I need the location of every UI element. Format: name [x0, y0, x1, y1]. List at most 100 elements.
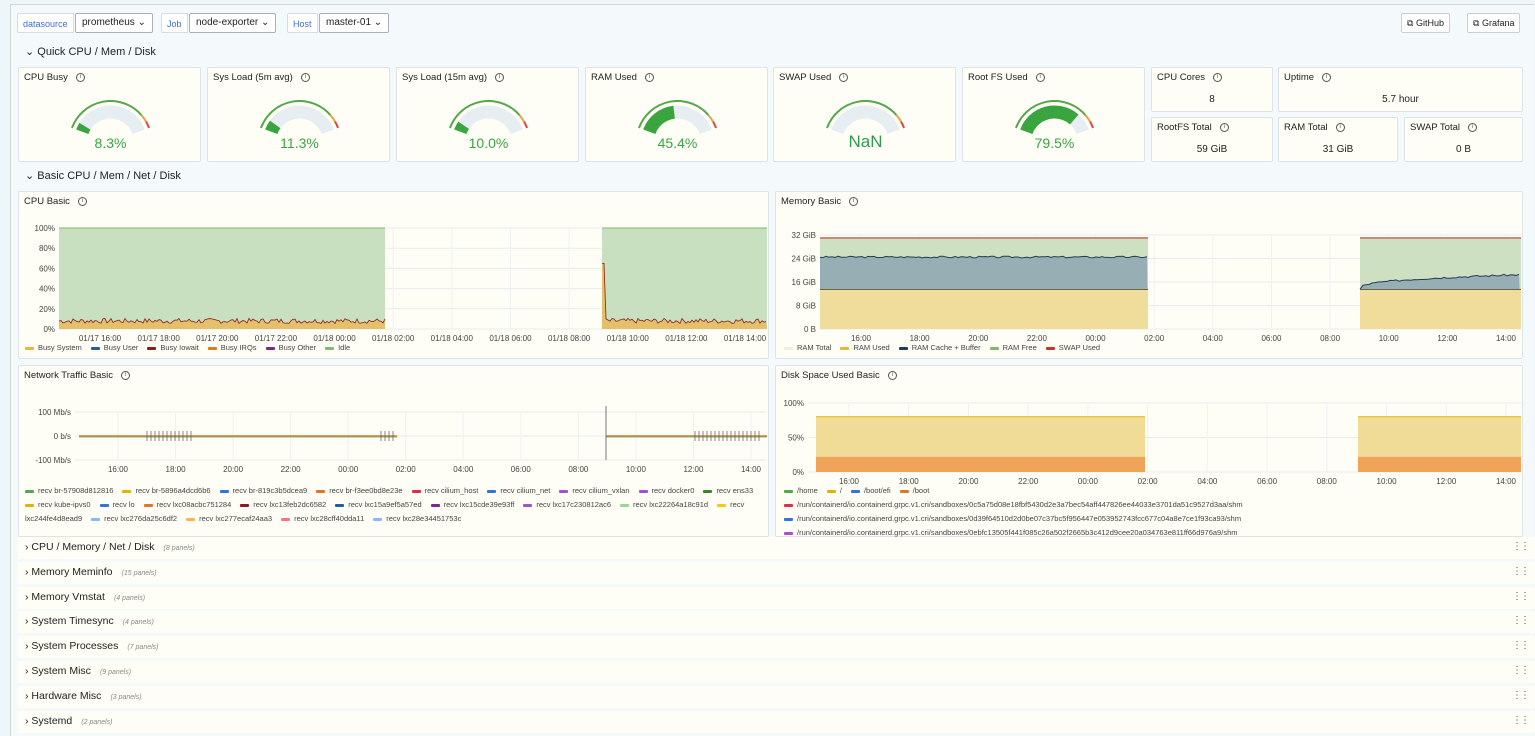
row-title[interactable]: › System Processes (7 panels)	[25, 640, 159, 652]
row-title[interactable]: › Systemd (2 panels)	[25, 715, 112, 727]
legend-item[interactable]: recv cilium_vxlan	[559, 486, 630, 495]
collapsed-row[interactable]: › CPU / Memory / Net / Disk (8 panels) ⋮⋮	[18, 537, 1535, 559]
legend-item[interactable]: Busy IRQs	[207, 343, 257, 352]
legend-item[interactable]: recv cilium_net	[487, 486, 550, 495]
legend-item[interactable]: recv ens33	[703, 486, 753, 495]
legend-item[interactable]: /boot	[899, 486, 929, 495]
drag-handle-icon[interactable]: ⋮⋮	[1512, 665, 1530, 676]
collapsed-row[interactable]: › Hardware Misc (3 panels) ⋮⋮	[18, 685, 1535, 708]
gauge-track	[831, 105, 900, 135]
legend-item[interactable]: RAM Cache + Buffer	[898, 343, 981, 352]
drag-handle-icon[interactable]: ⋮⋮	[1512, 541, 1530, 552]
collapsed-row[interactable]: › System Misc (9 panels) ⋮⋮	[18, 661, 1535, 683]
collapsed-row[interactable]: › System Timesync (4 panels) ⋮⋮	[18, 611, 1535, 634]
info-icon[interactable]: i	[1468, 122, 1477, 132]
host-select[interactable]: master-01 ⌄	[319, 13, 390, 33]
disk-chart[interactable]: 100% 50% 0% 16:00 18:00 20:00 22:00 00:00 02:00 0…	[776, 366, 1524, 484]
legend-item[interactable]: /run/containerd/io.containerd.grpc.v1.cr…	[784, 498, 1510, 512]
drag-handle-icon[interactable]: ⋮⋮	[1512, 615, 1530, 626]
info-icon[interactable]: i	[1213, 72, 1223, 82]
legend-item[interactable]: recv lxc13feb2dc6582	[240, 500, 326, 509]
legend-item[interactable]: recv lxc15cde39e93ff	[430, 500, 514, 509]
legend-item[interactable]: recv docker0	[638, 486, 694, 495]
row-title[interactable]: › System Timesync (4 panels)	[25, 615, 154, 627]
legend-label: recv lxc28cff40dda11	[294, 514, 365, 523]
gauge-threshold-orange	[518, 114, 525, 123]
stat-value: 59 GiB	[1196, 144, 1228, 155]
collapsed-row[interactable]: › Memory Meminfo (15 panels) ⋮⋮	[18, 561, 1535, 584]
legend-item[interactable]: Idle	[325, 343, 350, 352]
legend-item[interactable]: RAM Total	[784, 343, 831, 352]
legend-item[interactable]: recv br-819c3b5dcea9	[219, 486, 307, 495]
row-title[interactable]: › System Misc (9 panels)	[25, 665, 131, 677]
collapsed-row[interactable]: › Systemd (2 panels) ⋮⋮	[18, 710, 1535, 733]
legend-item[interactable]: Busy Other	[265, 343, 316, 352]
legend-item[interactable]: Busy System	[25, 343, 82, 352]
gauge-value: 10.0%	[468, 135, 509, 151]
gauge-track	[76, 105, 145, 135]
row-quick[interactable]: ⌄ Quick CPU / Mem / Disk	[25, 45, 156, 58]
legend-item[interactable]: recv cilium_host	[411, 486, 478, 495]
legend-label: recv cilium_vxlan	[572, 486, 630, 495]
cpu-chart[interactable]: 100%80%60%40%20%0%01/17 16:00 01/17 18:00…	[19, 192, 770, 360]
drag-handle-icon[interactable]: ⋮⋮	[1512, 715, 1530, 726]
legend-item[interactable]: recv lxc28cff40dda11	[281, 514, 364, 523]
chevron-right-icon: ›	[25, 689, 29, 702]
legend-item[interactable]: SWAP Used	[1045, 343, 1100, 352]
legend-item[interactable]: recv lo	[99, 500, 135, 509]
legend-item[interactable]: recv br-f3ee0bd8e23e	[316, 486, 403, 495]
row-title[interactable]: › CPU / Memory / Net / Disk (8 panels)	[25, 541, 195, 553]
legend-item[interactable]: RAM Free	[989, 343, 1037, 352]
collapsed-row[interactable]: › System Processes (7 panels) ⋮⋮	[18, 636, 1535, 659]
collapsed-row[interactable]: › Memory Vmstat (4 panels) ⋮⋮	[18, 586, 1535, 609]
x-tick-label: 02:00	[1144, 334, 1165, 343]
legend-item[interactable]: Busy Iowait	[147, 343, 199, 352]
legend-item[interactable]: recv br-57908d812816	[25, 486, 113, 495]
panel-count: (2 panels)	[81, 718, 113, 726]
info-icon[interactable]: i	[1335, 122, 1345, 132]
job-select[interactable]: node-exporter ⌄	[189, 13, 277, 33]
legend-item[interactable]: /	[826, 486, 842, 495]
legend-item[interactable]: /run/containerd/io.containerd.grpc.v1.cr…	[784, 512, 1510, 526]
legend-item[interactable]: recv lxc276da25c6df2	[91, 514, 177, 523]
x-tick-label: 14:00	[1496, 334, 1517, 343]
datasource-select[interactable]: prometheus ⌄	[75, 13, 153, 33]
info-icon[interactable]: i	[1322, 72, 1332, 82]
row-title[interactable]: › Hardware Misc (3 panels)	[25, 690, 142, 702]
github-link[interactable]: ⧉ GitHub	[1401, 13, 1450, 33]
panel-count: (8 panels)	[163, 545, 195, 552]
legend-swatch	[25, 503, 34, 507]
drag-handle-icon[interactable]: ⋮⋮	[1512, 591, 1530, 602]
legend-label: recv lxc13feb2dc6582	[253, 500, 327, 509]
x-tick-label: 22:00	[281, 465, 302, 474]
grafana-link[interactable]: ⧉ Grafana	[1467, 13, 1521, 33]
legend-item[interactable]: recv lxc277ecaf24aa3	[186, 514, 272, 523]
memory-chart[interactable]: 32 GiB24 GiB16 GiB8 GiB0 B16:00 18:00 20:0…	[776, 192, 1524, 360]
x-tick-label: 20:00	[223, 465, 244, 474]
legend-item[interactable]: /boot/efi	[850, 486, 891, 495]
legend-swatch	[219, 489, 229, 493]
legend-item[interactable]: recv kube-ipvs0	[25, 500, 91, 509]
gauge-threshold-red	[1089, 121, 1094, 129]
row-title[interactable]: › Memory Meminfo (15 panels)	[25, 566, 157, 578]
row-basic[interactable]: ⌄ Basic CPU / Mem / Net / Disk	[25, 169, 181, 182]
legend-item[interactable]: recv lxc15a9ef5a57ed	[335, 500, 422, 509]
network-chart[interactable]: 100 Mb/s 0 b/s -100 Mb/s 16:00 18:00 20:00 22:…	[19, 366, 770, 486]
legend-item[interactable]: recv lxc28e34451753c	[373, 514, 461, 523]
legend-item[interactable]: RAM Used	[840, 343, 890, 352]
legend-item[interactable]: recv lxc22264a18c91d	[620, 500, 708, 509]
info-icon[interactable]: i	[1219, 122, 1229, 132]
legend-item[interactable]: recv br-5896a4dcd6b6	[122, 486, 211, 495]
drag-handle-icon[interactable]: ⋮⋮	[1512, 566, 1530, 577]
legend-item[interactable]: Busy User	[90, 343, 138, 352]
boot-area	[816, 456, 1145, 472]
drag-handle-icon[interactable]: ⋮⋮	[1512, 690, 1530, 701]
legend-item[interactable]: recv lxc08acbc751284	[143, 500, 231, 509]
x-tick-label: 06:00	[1257, 477, 1278, 484]
legend-swatch	[487, 489, 497, 493]
gauge-threshold-orange	[707, 114, 714, 123]
row-title[interactable]: › Memory Vmstat (4 panels)	[25, 591, 145, 603]
legend-item[interactable]: /home	[784, 486, 818, 495]
legend-item[interactable]: recv lxc17c230812ac6	[523, 500, 611, 509]
drag-handle-icon[interactable]: ⋮⋮	[1512, 640, 1530, 651]
